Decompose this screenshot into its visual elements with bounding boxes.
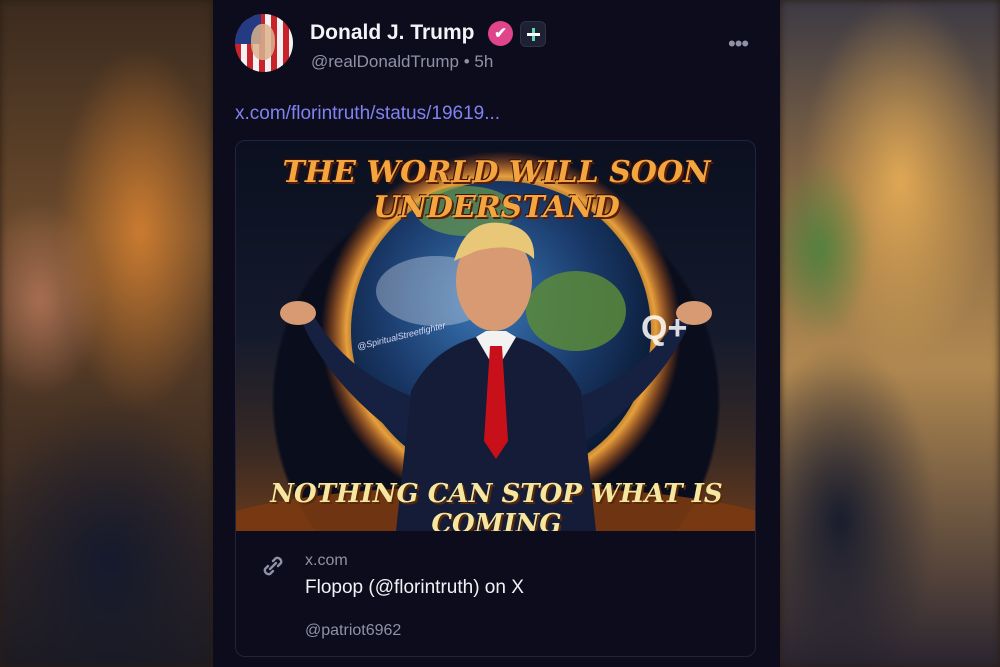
separator-dot: • bbox=[463, 52, 475, 71]
more-dots-icon[interactable]: ••• bbox=[728, 33, 754, 55]
image-title: THE WORLD WILL SOON UNDERSTAND bbox=[282, 155, 711, 225]
link-title[interactable]: Flopop (@florintruth) on X bbox=[305, 577, 524, 599]
avatar[interactable] bbox=[235, 14, 293, 72]
link-domain: x.com bbox=[305, 552, 348, 569]
handle[interactable]: @realDonaldTrump bbox=[311, 52, 459, 71]
post-link[interactable]: x.com/florintruth/status/19619... bbox=[235, 103, 500, 125]
blurred-background-right bbox=[780, 0, 1000, 667]
verified-check-icon: ✔ bbox=[488, 21, 513, 46]
avatar-face bbox=[251, 24, 275, 60]
blurred-background-left bbox=[0, 0, 213, 667]
plus-badge-icon bbox=[520, 21, 546, 47]
link-account: @patriot6962 bbox=[305, 622, 402, 639]
image-q-mark: Q+ bbox=[641, 309, 688, 347]
handle-line: @realDonaldTrump • 5h bbox=[311, 52, 493, 72]
display-name[interactable]: Donald J. Trump bbox=[310, 21, 475, 45]
link-preview-card[interactable]: THE WORLD WILL SOON UNDERSTAND @Spiritua… bbox=[235, 140, 756, 657]
preview-image: THE WORLD WILL SOON UNDERSTAND @Spiritua… bbox=[236, 141, 755, 531]
image-subtitle: NOTHING CAN STOP WHAT IS COMING bbox=[270, 479, 723, 531]
link-icon bbox=[263, 556, 283, 576]
post-time: 5h bbox=[474, 52, 494, 71]
